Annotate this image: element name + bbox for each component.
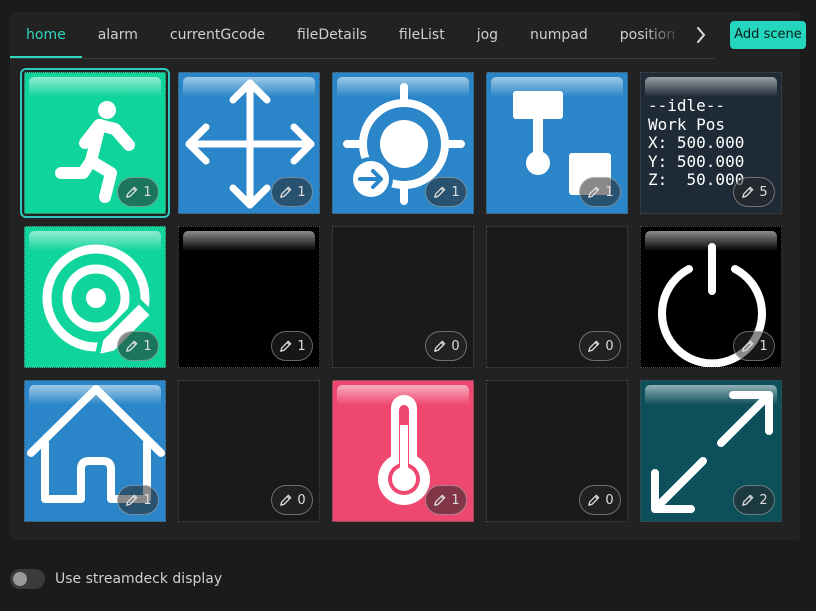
pencil-icon — [278, 185, 293, 200]
edit-button[interactable]: 1 — [733, 331, 775, 361]
position-readout-line: Y: 500.000 — [648, 151, 745, 171]
pencil-icon — [124, 493, 139, 508]
edit-count: 1 — [451, 184, 460, 200]
position-readout-line: --idle-- — [648, 96, 726, 115]
scene-tabs: home alarm currentGcode fileDetails fileList… — [10, 12, 715, 58]
toggle-knob — [13, 572, 27, 586]
edit-button[interactable]: 1 — [117, 485, 159, 515]
edit-button[interactable]: 1 — [425, 485, 467, 515]
scene-tab-bar: home alarm currentGcode fileDetails fileList… — [10, 12, 715, 59]
edit-count: 0 — [605, 338, 614, 354]
pencil-icon — [124, 185, 139, 200]
add-scene-button[interactable]: Add scene — [730, 21, 806, 49]
edit-count: 1 — [143, 338, 152, 354]
tab-numpad[interactable]: numpad — [514, 12, 604, 58]
edit-button[interactable]: 2 — [733, 485, 775, 515]
edit-count: 2 — [759, 492, 768, 508]
pencil-icon — [586, 493, 601, 508]
tabs-scroll-right-button[interactable] — [689, 23, 715, 47]
tab-jog[interactable]: jog — [461, 12, 514, 58]
edit-count: 0 — [297, 492, 306, 508]
empty-button-slot[interactable]: 0 — [486, 226, 628, 368]
scene-button-probe[interactable]: 1 — [486, 72, 628, 214]
edit-button[interactable]: 1 — [579, 177, 621, 207]
scene-button-running-person[interactable]: 1 — [20, 68, 170, 218]
scene-button-fullscreen[interactable]: 2 — [640, 380, 782, 522]
chevron-right-icon — [697, 27, 706, 43]
empty-button-slot[interactable]: 0 — [486, 380, 628, 522]
scene-button-move-arrows[interactable]: 1 — [178, 72, 320, 214]
edit-button[interactable]: 1 — [271, 177, 313, 207]
button-gloss — [183, 231, 315, 251]
empty-button-slot[interactable]: 0 — [178, 380, 320, 522]
empty-button-slot[interactable]: 1 — [178, 226, 320, 368]
pencil-icon — [432, 493, 447, 508]
pencil-icon — [278, 339, 293, 354]
pencil-icon — [586, 339, 601, 354]
edit-button[interactable]: 0 — [579, 331, 621, 361]
button-gloss — [645, 77, 777, 97]
scene-button-thermometer[interactable]: 1 — [332, 380, 474, 522]
position-readout-line: Z: 50.000 — [648, 170, 745, 189]
edit-button[interactable]: 1 — [117, 331, 159, 361]
edit-count: 1 — [143, 492, 152, 508]
scene-button-target-goto[interactable]: 1 — [332, 72, 474, 214]
edit-count: 1 — [759, 338, 768, 354]
pencil-icon — [740, 185, 755, 200]
tab-home[interactable]: home — [10, 12, 82, 58]
position-readout-line: X: 500.000 — [648, 133, 745, 152]
streamdeck-toggle[interactable] — [10, 569, 45, 589]
edit-count: 0 — [605, 492, 614, 508]
edit-count: 1 — [605, 184, 614, 200]
pencil-icon — [586, 185, 601, 200]
scene-button-home[interactable]: 1 — [24, 380, 166, 522]
streamdeck-toggle-label: Use streamdeck display — [55, 571, 223, 587]
edit-button[interactable]: 1 — [271, 331, 313, 361]
scene-button-target-edit[interactable]: 1 — [24, 226, 166, 368]
edit-button[interactable]: 1 — [117, 177, 159, 207]
edit-count: 1 — [297, 184, 306, 200]
pencil-icon — [432, 185, 447, 200]
position-readout-line: Work Pos — [648, 114, 726, 134]
tab-alarm[interactable]: alarm — [82, 12, 154, 58]
pencil-icon — [740, 339, 755, 354]
scene-button-position-display[interactable]: --idle-- Work Pos X: 500.000 Y: 500.000 Z: 5… — [640, 72, 782, 214]
tab-fileDetails[interactable]: fileDetails — [281, 12, 383, 58]
edit-button[interactable]: 0 — [425, 331, 467, 361]
pencil-icon — [278, 493, 293, 508]
pencil-icon — [124, 339, 139, 354]
empty-button-slot[interactable]: 0 — [332, 226, 474, 368]
tab-fade-overlay — [643, 12, 683, 58]
tab-fileList[interactable]: fileList — [383, 12, 461, 58]
edit-button[interactable]: 1 — [425, 177, 467, 207]
pencil-icon — [740, 493, 755, 508]
edit-count: 5 — [759, 184, 768, 200]
scene-button-power[interactable]: 1 — [640, 226, 782, 368]
edit-count: 1 — [451, 492, 460, 508]
pencil-icon — [432, 339, 447, 354]
position-readout: --idle-- Work Pos X: 500.000 Y: 500.000 Z: 5… — [648, 96, 745, 190]
edit-button[interactable]: 5 — [733, 177, 775, 207]
tab-currentGcode[interactable]: currentGcode — [154, 12, 281, 58]
edit-count: 1 — [143, 184, 152, 200]
edit-button[interactable]: 0 — [271, 485, 313, 515]
edit-count: 0 — [451, 338, 460, 354]
edit-button[interactable]: 0 — [579, 485, 621, 515]
edit-count: 1 — [297, 338, 306, 354]
